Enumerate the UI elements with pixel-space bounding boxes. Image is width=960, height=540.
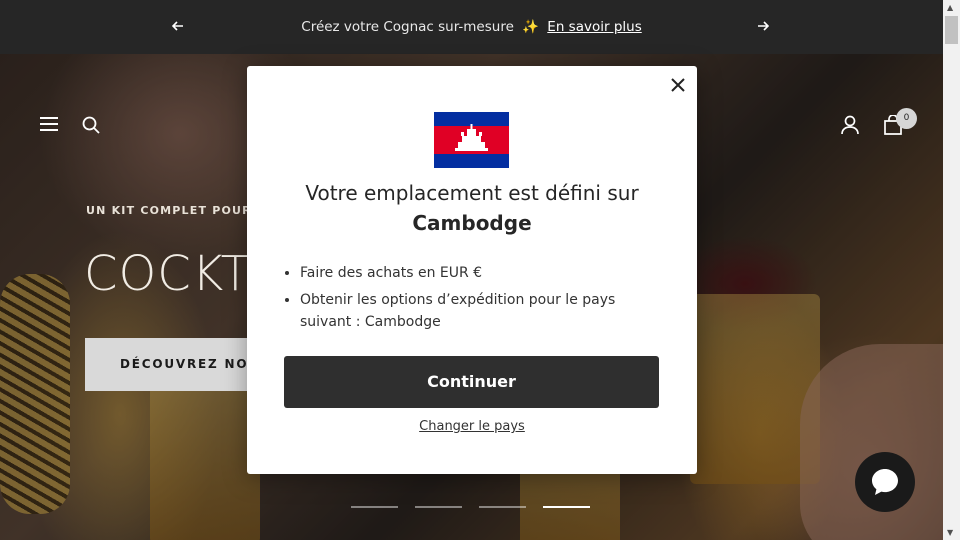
announcement-bar: Créez votre Cognac sur-mesure ✨ En savoi… xyxy=(0,0,943,54)
slider-dot[interactable] xyxy=(479,506,526,508)
arrow-right-icon[interactable] xyxy=(752,17,774,39)
chat-button[interactable] xyxy=(855,452,915,512)
search-icon[interactable] xyxy=(82,116,100,134)
close-icon[interactable] xyxy=(669,76,687,94)
modal-location-text: Votre emplacement est défini sur xyxy=(305,181,639,205)
slider-dot[interactable] xyxy=(351,506,398,508)
announcement-text: Créez votre Cognac sur-mesure xyxy=(301,19,514,35)
location-modal: Votre emplacement est défini sur Cambodg… xyxy=(247,66,697,474)
cart-count-badge: 0 xyxy=(896,108,917,129)
continue-button[interactable]: Continuer xyxy=(284,356,659,408)
modal-country: Cambodge xyxy=(412,211,532,235)
page-scrollbar[interactable]: ▲ ▼ xyxy=(943,0,960,540)
chat-bubble-icon xyxy=(872,469,898,495)
scrollbar-thumb[interactable] xyxy=(945,16,958,44)
cambodia-flag-icon xyxy=(434,112,509,168)
modal-benefit-list: Faire des achats en EUR € Obtenir les op… xyxy=(300,262,660,338)
announcement-message: Créez votre Cognac sur-mesure ✨ En savoi… xyxy=(0,17,943,37)
sparkle-icon: ✨ xyxy=(522,19,539,35)
list-item: Faire des achats en EUR € xyxy=(300,262,660,284)
scroll-down-icon[interactable]: ▼ xyxy=(947,528,953,537)
slider-dot[interactable] xyxy=(415,506,462,508)
list-item: Obtenir les options d’expédition pour le… xyxy=(300,289,660,333)
slider-dots xyxy=(351,506,590,508)
scroll-up-icon[interactable]: ▲ xyxy=(947,3,953,12)
account-icon[interactable] xyxy=(840,115,860,135)
learn-more-link[interactable]: En savoir plus xyxy=(547,19,641,35)
change-country-link[interactable]: Changer le pays xyxy=(247,419,697,434)
menu-icon[interactable] xyxy=(40,117,58,131)
slider-dot-active[interactable] xyxy=(543,506,590,508)
